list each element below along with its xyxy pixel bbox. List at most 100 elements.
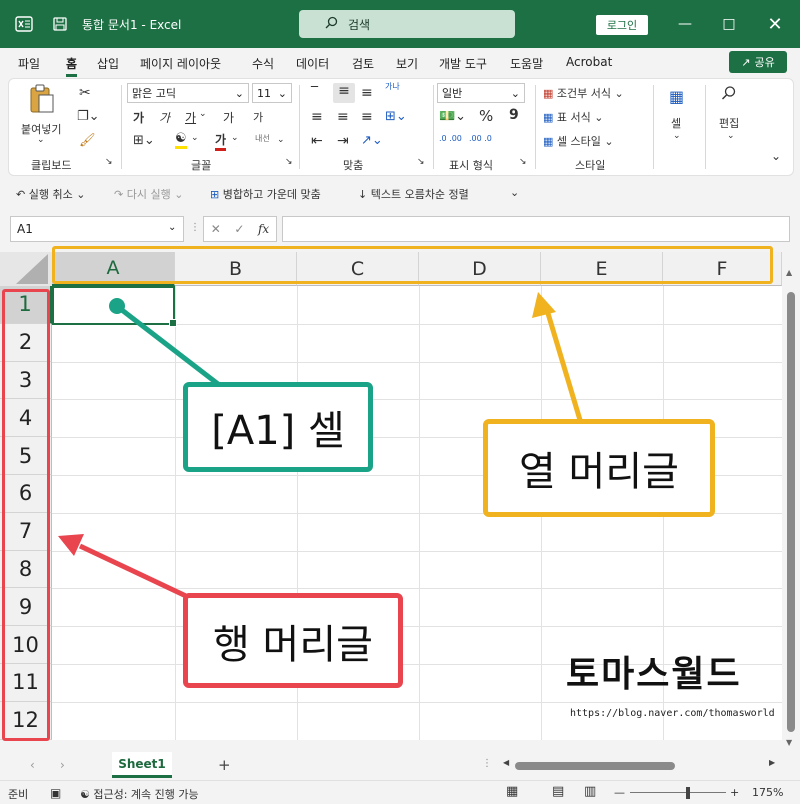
scroll-down-icon[interactable]: ▼	[786, 738, 792, 747]
copy-icon[interactable]: ❐⌄	[77, 109, 100, 124]
scroll-up-icon[interactable]: ▲	[786, 268, 792, 277]
zoom-out-icon[interactable]: —	[614, 786, 625, 799]
chevron-down-icon[interactable]: ⌄	[673, 131, 681, 141]
align-bottom-icon[interactable]: ≡	[361, 85, 373, 101]
paste-dropdown-icon[interactable]: ⌄	[37, 135, 45, 145]
font-color-button[interactable]: 가	[215, 131, 227, 151]
decrease-indent-icon[interactable]: ⇤	[311, 133, 323, 149]
chevron-down-icon[interactable]: ⌄	[727, 131, 735, 141]
cell-styles-button[interactable]: ▦ 셀 스타일 ⌄	[543, 133, 614, 149]
vertical-scrollbar[interactable]: ▲ ▼	[782, 252, 800, 752]
enter-icon[interactable]: ✓	[234, 222, 244, 236]
increase-indent-icon[interactable]: ⇥	[337, 133, 349, 149]
phonetic-button[interactable]: 내선	[255, 133, 270, 144]
align-middle-icon[interactable]: ≡	[333, 83, 355, 103]
decrease-decimal-button[interactable]: .00 .0	[469, 135, 493, 143]
chevron-down-icon[interactable]: ⌄	[191, 133, 199, 143]
cells-icon[interactable]: ▦	[669, 87, 684, 106]
fill-color-icon[interactable]: ☯	[175, 131, 187, 149]
font-name-select[interactable]: 맑은 고딕 ⌄	[127, 83, 249, 103]
tab-help[interactable]: 도움말	[510, 55, 543, 72]
tab-acrobat[interactable]: Acrobat	[566, 55, 612, 69]
borders-icon[interactable]: ⊞⌄	[133, 133, 155, 148]
tab-insert[interactable]: 삽입	[97, 55, 119, 72]
align-top-icon[interactable]: ‾	[311, 85, 318, 101]
add-sheet-button[interactable]: +	[218, 756, 231, 774]
accessibility-status[interactable]: ☯ 접근성: 계속 진행 가능	[80, 786, 199, 802]
zoom-slider-handle[interactable]	[686, 787, 690, 799]
font-size-select[interactable]: 11 ⌄	[252, 83, 292, 103]
dialog-launcher-icon[interactable]: ↘	[285, 157, 293, 167]
undo-button[interactable]: ↶ 실행 취소 ⌄	[16, 186, 85, 202]
comma-button[interactable]: 9	[509, 107, 519, 123]
collapse-ribbon-icon[interactable]: ⌄	[771, 149, 781, 163]
next-sheet-icon[interactable]: ›	[60, 758, 65, 772]
conditional-format-button[interactable]: ▦ 조건부 서식 ⌄	[543, 85, 624, 101]
share-button[interactable]: ↗ 공유	[729, 51, 787, 73]
orientation-icon[interactable]: ↗⌄	[361, 133, 383, 148]
prev-sheet-icon[interactable]: ‹	[30, 758, 35, 772]
dialog-launcher-icon[interactable]: ↘	[519, 157, 527, 167]
format-painter-icon[interactable]: 🖌	[79, 133, 96, 148]
chevron-down-icon[interactable]: ⌄	[199, 109, 207, 119]
tab-home[interactable]: 홈	[66, 55, 78, 77]
normal-view-icon[interactable]: ▦	[506, 784, 518, 799]
customize-qat-icon[interactable]: ⌄	[510, 186, 519, 199]
paste-icon[interactable]	[27, 83, 67, 119]
merge-center-button[interactable]: ⊞ 병합하고 가운데 맞춤	[210, 186, 321, 202]
zoom-slider[interactable]	[630, 792, 726, 793]
active-cell-a1[interactable]	[52, 286, 177, 327]
sort-ascending-button[interactable]: ↓ 텍스트 오름차순 정렬	[358, 186, 469, 202]
scroll-left-icon[interactable]: ◀	[503, 758, 509, 767]
tab-data[interactable]: 데이터	[296, 55, 329, 72]
close-icon[interactable]: ✕	[760, 12, 790, 36]
select-all-button[interactable]	[0, 252, 52, 286]
save-icon[interactable]	[50, 14, 70, 34]
italic-button[interactable]: 가	[159, 109, 170, 126]
format-as-table-button[interactable]: ▦ 표 서식 ⌄	[543, 109, 603, 125]
tab-developer[interactable]: 개발 도구	[439, 55, 487, 72]
grow-font-button[interactable]: 가	[223, 109, 234, 126]
zoom-in-icon[interactable]: +	[730, 786, 739, 799]
sheet-tab-sheet1[interactable]: Sheet1	[112, 752, 172, 778]
number-format-select[interactable]: 일반 ⌄	[437, 83, 525, 103]
editing-search-icon[interactable]	[721, 85, 737, 104]
scroll-right-icon[interactable]: ▶	[769, 758, 775, 767]
align-right-icon[interactable]: ≡	[361, 109, 373, 125]
percent-button[interactable]: %	[479, 107, 493, 125]
macro-record-icon[interactable]: ▣	[50, 786, 61, 800]
accounting-format-icon[interactable]: 💵⌄	[439, 109, 466, 124]
cells-label[interactable]: 셀	[671, 115, 681, 131]
tab-formulas[interactable]: 수식	[252, 55, 274, 72]
redo-button[interactable]: ↷ 다시 실행 ⌄	[114, 186, 183, 202]
insert-function-button[interactable]: fx	[258, 222, 269, 236]
maximize-icon[interactable]: □	[714, 12, 744, 36]
name-box[interactable]: A1	[10, 216, 184, 242]
tab-page-layout[interactable]: 페이지 레이아웃	[140, 55, 221, 72]
align-left-icon[interactable]: ≡	[311, 109, 323, 125]
dialog-launcher-icon[interactable]: ↘	[105, 157, 113, 167]
minimize-icon[interactable]: —	[670, 12, 700, 36]
merge-center-icon[interactable]: ⊞⌄	[385, 109, 407, 124]
dialog-launcher-icon[interactable]: ↘	[417, 157, 425, 167]
vertical-scroll-thumb[interactable]	[787, 292, 795, 732]
wrap-text-icon[interactable]: 가나	[385, 81, 400, 92]
login-button[interactable]: 로그인	[596, 15, 648, 35]
tab-file[interactable]: 파일	[18, 55, 40, 72]
chevron-down-icon[interactable]: ⌄	[168, 222, 176, 233]
search-box[interactable]: 검색	[299, 10, 515, 38]
zoom-level[interactable]: 175%	[752, 786, 783, 799]
page-break-view-icon[interactable]: ▥	[584, 784, 596, 799]
increase-decimal-button[interactable]: .0 .00	[439, 135, 463, 143]
formula-input[interactable]	[282, 216, 790, 242]
shrink-font-button[interactable]: 가	[253, 109, 263, 125]
tab-review[interactable]: 검토	[352, 55, 374, 72]
cancel-icon[interactable]: ✕	[211, 222, 221, 236]
tab-view[interactable]: 보기	[396, 55, 418, 72]
horizontal-scrollbar[interactable]: ◀ ▶	[503, 758, 779, 771]
cut-icon[interactable]: ✂	[79, 85, 91, 101]
bold-button[interactable]: 가	[133, 109, 144, 126]
chevron-down-icon[interactable]: ⌄	[277, 135, 285, 145]
editing-label[interactable]: 편집	[719, 115, 739, 131]
page-layout-view-icon[interactable]: ▤	[552, 784, 564, 799]
